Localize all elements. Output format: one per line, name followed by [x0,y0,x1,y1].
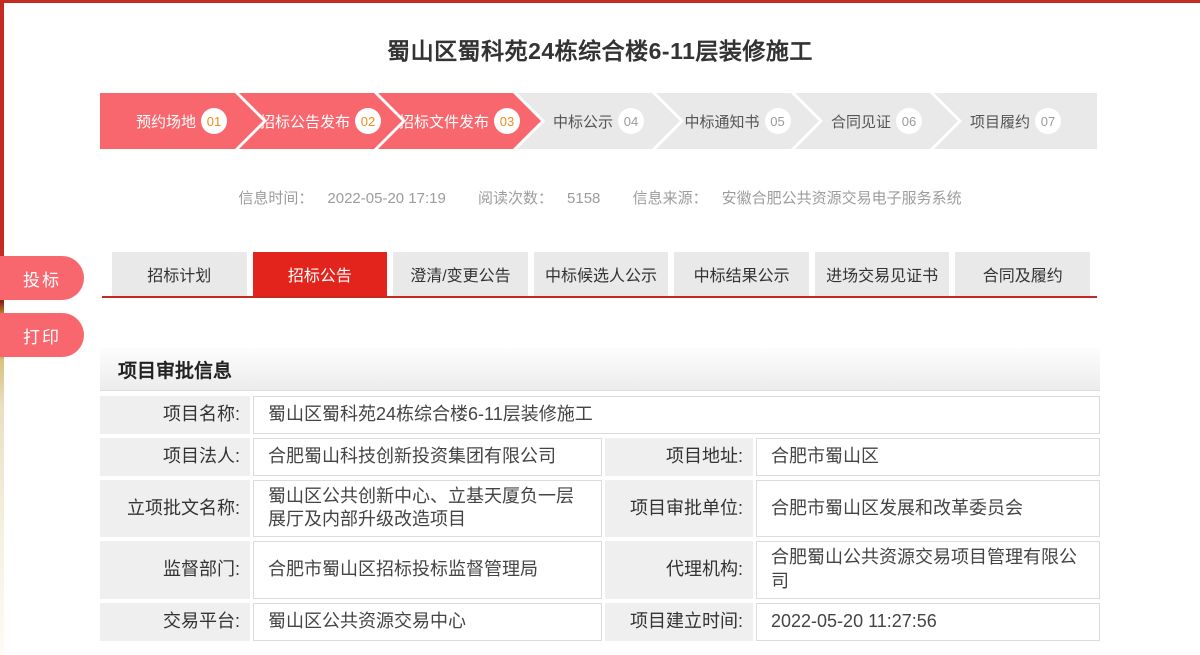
step-reserve-venue[interactable]: 预约场地 01 [100,93,263,149]
row-value: 合肥蜀山科技创新投资集团有限公司 [253,438,602,476]
page: 蜀山区蜀科苑24栋综合楼6-11层装修施工 预约场地 01 招标公告发布 02 … [0,0,1200,655]
step-number-badge: 02 [355,108,381,134]
bid-button[interactable]: 投标 [0,256,84,300]
row-label: 项目审批单位: [605,480,753,537]
tab-contract-performance[interactable]: 合同及履约 [955,252,1090,296]
row-value: 合肥蜀山公共资源交易项目管理有限公司 [756,541,1100,599]
row-label: 交易平台: [100,603,250,641]
tab-entry-certificate[interactable]: 进场交易见证书 [815,252,950,296]
table-row: 项目法人: 合肥蜀山科技创新投资集团有限公司 项目地址: 合肥市蜀山区 [100,438,1100,476]
top-red-bar [0,0,1200,3]
info-source-label: 信息来源： [633,190,708,207]
info-source-value: 安徽合肥公共资源交易电子服务系统 [722,190,962,207]
row-label: 项目名称: [100,396,250,434]
info-time-label: 信息时间： [238,190,313,207]
row-value: 合肥市蜀山区发展和改革委员会 [756,480,1100,537]
step-number-badge: 03 [494,108,520,134]
step-project-performance[interactable]: 项目履约 07 [934,93,1097,149]
row-value: 蜀山区公共资源交易中心 [253,603,602,641]
project-approval-table: 项目名称: 蜀山区蜀科苑24栋综合楼6-11层装修施工 项目法人: 合肥蜀山科技… [100,396,1100,645]
info-meta-line: 信息时间： 2022-05-20 17:19 阅读次数： 5158 信息来源： 安徽合… [0,187,1200,208]
info-views-label: 阅读次数： [478,190,553,207]
tabs-red-underline [102,296,1097,298]
row-label: 项目地址: [605,438,753,476]
step-label: 中标公示 [553,111,613,132]
step-tender-documents[interactable]: 招标文件发布 03 [378,93,541,149]
page-title: 蜀山区蜀科苑24栋综合楼6-11层装修施工 [0,32,1200,66]
print-button[interactable]: 打印 [0,313,84,357]
row-label: 代理机构: [605,541,753,599]
table-row: 立项批文名称: 蜀山区公共创新中心、立基天厦负一层展厅及内部升级改造项目 项目审… [100,480,1100,537]
row-value: 2022-05-20 11:27:56 [756,603,1100,641]
tab-bar: 招标计划 招标公告 澄清/变更公告 中标候选人公示 中标结果公示 进场交易见证书… [112,252,1090,296]
step-label: 招标公告发布 [260,111,350,132]
info-time-value: 2022-05-20 17:19 [327,190,445,207]
row-label: 监督部门: [100,541,250,599]
step-award-notice[interactable]: 中标通知书 05 [656,93,819,149]
step-number-badge: 05 [765,108,791,134]
row-label: 项目法人: [100,438,250,476]
row-value: 蜀山区公共创新中心、立基天厦负一层展厅及内部升级改造项目 [253,480,602,537]
step-label: 预约场地 [136,111,196,132]
row-value: 合肥市蜀山区招标投标监督管理局 [253,541,602,599]
step-number-badge: 07 [1035,108,1061,134]
row-label: 立项批文名称: [100,480,250,537]
row-value: 蜀山区蜀科苑24栋综合楼6-11层装修施工 [253,396,1100,434]
progress-steps: 预约场地 01 招标公告发布 02 招标文件发布 03 中标公示 04 中标通知… [100,93,1097,149]
step-tender-announcement[interactable]: 招标公告发布 02 [239,93,402,149]
tab-tender-announcement[interactable]: 招标公告 [253,252,388,296]
step-number-badge: 04 [618,108,644,134]
step-label: 招标文件发布 [399,111,489,132]
row-label: 项目建立时间: [605,603,753,641]
section-header-project-approval: 项目审批信息 [100,348,1100,391]
table-row: 监督部门: 合肥市蜀山区招标投标监督管理局 代理机构: 合肥蜀山公共资源交易项目… [100,541,1100,599]
row-value: 合肥市蜀山区 [756,438,1100,476]
section-title: 项目审批信息 [118,356,232,383]
step-contract-witness[interactable]: 合同见证 06 [795,93,958,149]
step-winner-publicity[interactable]: 中标公示 04 [517,93,680,149]
step-label: 项目履约 [970,111,1030,132]
tab-tender-plan[interactable]: 招标计划 [112,252,247,296]
step-label: 合同见证 [831,111,891,132]
table-row: 项目名称: 蜀山区蜀科苑24栋综合楼6-11层装修施工 [100,396,1100,434]
step-label: 中标通知书 [684,111,759,132]
tab-result-publicity[interactable]: 中标结果公示 [674,252,809,296]
step-number-badge: 01 [201,108,227,134]
info-views-value: 5158 [567,190,600,207]
tab-candidate-publicity[interactable]: 中标候选人公示 [534,252,669,296]
table-row: 交易平台: 蜀山区公共资源交易中心 项目建立时间: 2022-05-20 11:… [100,603,1100,641]
step-number-badge: 06 [896,108,922,134]
tab-clarification-change[interactable]: 澄清/变更公告 [393,252,528,296]
